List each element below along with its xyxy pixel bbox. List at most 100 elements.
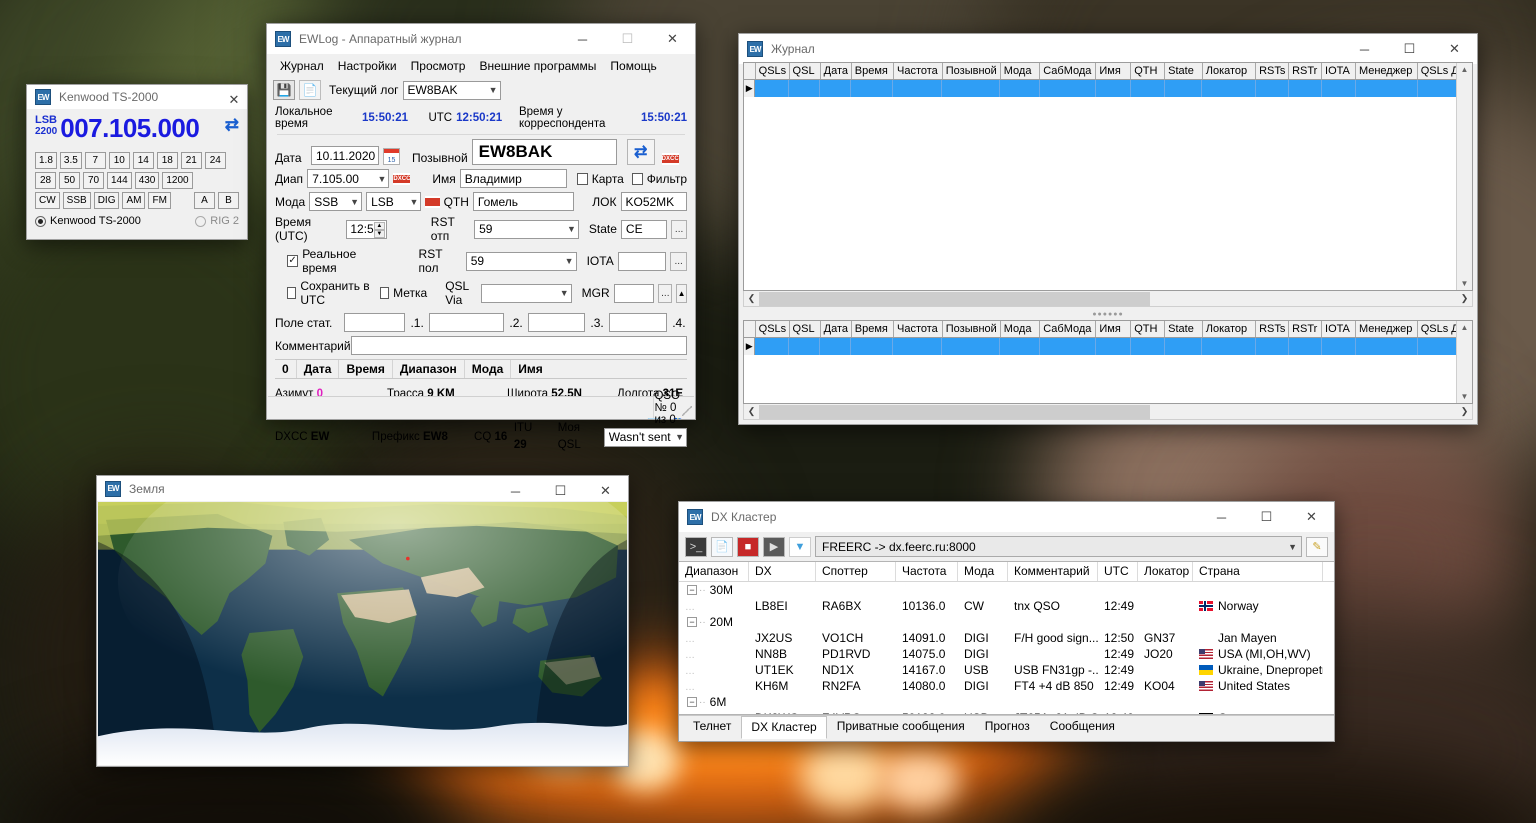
column-header-iota[interactable]: IOTA bbox=[1322, 63, 1356, 79]
spin-up-icon[interactable]: ▲ bbox=[373, 221, 385, 230]
table-cell[interactable] bbox=[1131, 80, 1165, 97]
comment-input[interactable] bbox=[351, 336, 687, 355]
column-header-rstr[interactable]: RSTr bbox=[1289, 63, 1323, 79]
stat-input-1[interactable] bbox=[343, 313, 406, 332]
state-input[interactable]: CE bbox=[620, 219, 668, 239]
table-cell[interactable] bbox=[1000, 338, 1040, 355]
column-header-rstr[interactable]: RSTr bbox=[1289, 321, 1323, 337]
column-header-менеджер[interactable]: Менеджер bbox=[1356, 321, 1418, 337]
grid-col-mode[interactable]: Мода bbox=[465, 360, 512, 378]
filter-icon[interactable]: ▼ bbox=[789, 536, 811, 557]
dx-spot-row[interactable]: … KH6M RN2FA 14080.0 DIGI FT4 +4 dB 850 ... 12… bbox=[679, 678, 1334, 694]
callsign-input[interactable]: EW8BAK bbox=[471, 139, 617, 165]
dxcc-icon[interactable]: DXCC bbox=[661, 153, 679, 165]
dx-column-споттер[interactable]: Споттер bbox=[816, 562, 896, 581]
column-header-rsts[interactable]: RSTs bbox=[1256, 63, 1290, 79]
iota-browse-button[interactable]: ... bbox=[670, 251, 687, 271]
mgr-browse-button[interactable]: ... bbox=[658, 283, 673, 303]
band-button[interactable]: 430 bbox=[134, 172, 160, 189]
column-header-имя[interactable]: Имя bbox=[1096, 321, 1132, 337]
column-header-позывной[interactable]: Позывной bbox=[943, 63, 1001, 79]
menu-item-external-programs[interactable]: Внешние программы bbox=[472, 57, 603, 75]
table-cell[interactable] bbox=[893, 338, 943, 355]
table-cell[interactable] bbox=[942, 80, 1001, 97]
band-button[interactable]: 7 bbox=[84, 152, 106, 169]
collapse-icon[interactable]: − bbox=[687, 697, 697, 707]
stat-input-2[interactable] bbox=[429, 313, 504, 332]
vertical-scrollbar[interactable]: ▲ ▼ bbox=[1456, 63, 1472, 290]
dx-column-диапазон[interactable]: Диапазон bbox=[679, 562, 749, 581]
column-header-rsts[interactable]: RSTs bbox=[1256, 321, 1290, 337]
time-utc-input[interactable]: 12:50 ▲ ▼ bbox=[346, 219, 387, 239]
scroll-right-icon[interactable]: ❯ bbox=[1457, 293, 1472, 304]
table-cell[interactable] bbox=[1202, 338, 1256, 355]
menu-item-zhurnal[interactable]: Журнал bbox=[273, 57, 331, 75]
scroll-down-icon[interactable]: ▼ bbox=[1461, 277, 1469, 290]
my-qsl-select[interactable]: Wasn't sent ▼ bbox=[603, 427, 687, 447]
band-button[interactable]: 10 bbox=[108, 152, 130, 169]
column-header-частота[interactable]: Частота bbox=[894, 321, 943, 337]
grid-col-name[interactable]: Имя bbox=[511, 360, 550, 378]
vfo-b-button[interactable]: B bbox=[218, 192, 239, 209]
table-cell[interactable] bbox=[1096, 80, 1132, 97]
table-cell[interactable] bbox=[789, 338, 821, 355]
scroll-left-icon[interactable]: ❮ bbox=[744, 293, 759, 304]
zhurnal-minimize-button[interactable]: ─ bbox=[1342, 34, 1387, 64]
iota-input[interactable] bbox=[617, 251, 667, 271]
ewlog-main-window[interactable]: EW EWLog - Аппаратный журнал ─ ☐ ✕ Журна… bbox=[266, 23, 696, 451]
dx-cluster-window[interactable]: EW DX Кластер ─ ☐ ✕ >_ 📄 ■ ▶ ▼ FREERC ->… bbox=[678, 501, 1335, 742]
column-header-мода[interactable]: Мода bbox=[1001, 63, 1041, 79]
mode-button[interactable]: SSB bbox=[62, 192, 91, 209]
column-header-дата[interactable]: Дата bbox=[821, 63, 852, 79]
table-cell[interactable] bbox=[1164, 80, 1203, 97]
dx-column-страна[interactable]: Страна bbox=[1193, 562, 1323, 581]
collapse-icon[interactable]: − bbox=[687, 585, 697, 595]
menu-item-help[interactable]: Помощь bbox=[603, 57, 663, 75]
band-button[interactable]: 24 bbox=[204, 152, 226, 169]
mode-button[interactable]: AM bbox=[122, 192, 146, 209]
hscroll-track[interactable] bbox=[759, 404, 1457, 419]
band-button[interactable]: 18 bbox=[156, 152, 178, 169]
locator-input[interactable]: KO52MK bbox=[620, 192, 687, 211]
row-marker[interactable]: ▶ bbox=[744, 80, 756, 97]
band-button[interactable]: 70 bbox=[83, 172, 104, 189]
dx-column-локатор[interactable]: Локатор bbox=[1138, 562, 1193, 581]
mode-select[interactable]: SSB ▼ bbox=[309, 192, 363, 211]
table-row[interactable]: ▶ bbox=[744, 338, 1473, 355]
table-cell[interactable] bbox=[1202, 80, 1256, 97]
table-cell[interactable] bbox=[851, 80, 894, 97]
column-header-локатор[interactable]: Локатор bbox=[1203, 321, 1257, 337]
horizontal-scrollbar[interactable]: ❮ ❯ bbox=[743, 291, 1473, 307]
connect-icon[interactable]: ▶ bbox=[763, 536, 785, 557]
grid-splitter[interactable]: ●●●●●● bbox=[743, 311, 1473, 318]
earth-map-window[interactable]: EW Земля ─ ☐ ✕ bbox=[96, 475, 629, 767]
filter-checkbox[interactable] bbox=[631, 172, 643, 185]
rig1-radio[interactable] bbox=[35, 215, 46, 227]
ewlog-minimize-button[interactable]: ─ bbox=[560, 24, 605, 54]
dx-band-group[interactable]: − ·· 20M bbox=[679, 614, 1334, 630]
table-row[interactable]: ▶ bbox=[744, 80, 1473, 97]
calendar-icon[interactable]: 15 bbox=[383, 148, 400, 165]
band-button[interactable]: 1200 bbox=[162, 172, 193, 189]
dx-band-group[interactable]: − ·· 30M bbox=[679, 582, 1334, 598]
column-header-локатор[interactable]: Локатор bbox=[1203, 63, 1257, 79]
table-cell[interactable] bbox=[1355, 80, 1418, 97]
column-header-сабмода[interactable]: СабМода bbox=[1040, 63, 1097, 79]
table-cell[interactable] bbox=[1039, 338, 1097, 355]
table-cell[interactable] bbox=[1321, 338, 1356, 355]
dxcc-icon[interactable] bbox=[425, 195, 440, 208]
band-button[interactable]: 21 bbox=[180, 152, 202, 169]
new-document-icon[interactable]: 📄 bbox=[299, 80, 321, 100]
table-cell[interactable] bbox=[1355, 338, 1418, 355]
column-header-qsl[interactable]: QSL bbox=[790, 321, 821, 337]
dxc-maximize-button[interactable]: ☐ bbox=[1244, 502, 1289, 532]
scroll-up-icon[interactable]: ▲ bbox=[1461, 321, 1469, 334]
column-header-сабмода[interactable]: СабМода bbox=[1040, 321, 1097, 337]
table-cell[interactable] bbox=[1039, 80, 1097, 97]
tab-dx-кластер[interactable]: DX Кластер bbox=[741, 716, 827, 739]
lookup-sync-button[interactable]: ⇄ bbox=[626, 139, 655, 165]
scroll-right-icon[interactable]: ❯ bbox=[1457, 406, 1472, 417]
sync-icon[interactable]: ⇄ bbox=[225, 115, 239, 135]
submode-select[interactable]: LSB ▼ bbox=[366, 192, 422, 211]
table-cell[interactable] bbox=[755, 338, 790, 355]
